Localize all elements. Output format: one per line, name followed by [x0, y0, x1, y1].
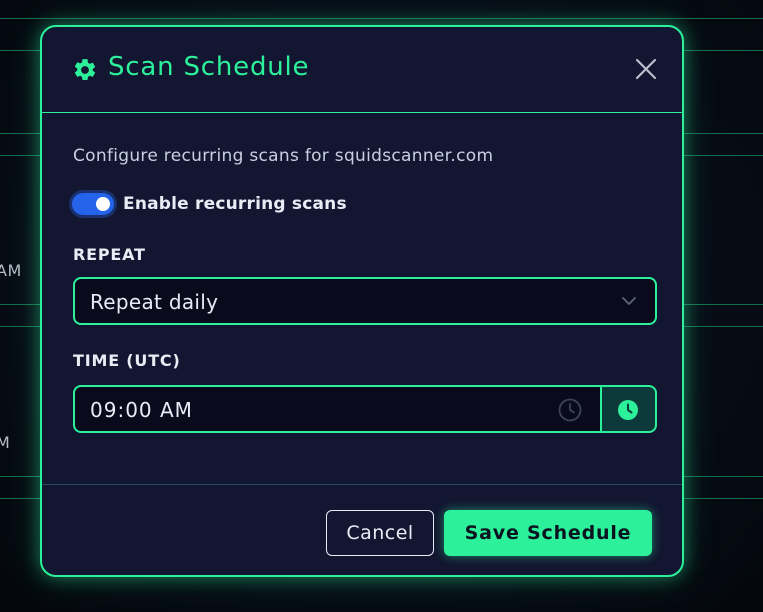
repeat-select[interactable]: Repeat daily: [73, 277, 657, 325]
bg-row-time: M: [0, 433, 11, 452]
cancel-button[interactable]: Cancel: [326, 510, 434, 556]
save-schedule-button[interactable]: Save Schedule: [444, 510, 652, 556]
repeat-select-value: Repeat daily: [90, 290, 219, 314]
time-input[interactable]: 09:00 AM: [73, 385, 601, 433]
recurring-scans-toggle[interactable]: [72, 193, 114, 215]
bg-divider: [0, 18, 763, 19]
close-icon[interactable]: [632, 55, 660, 83]
recurring-scans-label: Enable recurring scans: [123, 194, 347, 214]
bg-row-time: AM: [0, 261, 22, 280]
footer-divider: [42, 484, 682, 485]
dialog-title: Scan Schedule: [108, 52, 310, 82]
time-input-value: 09:00 AM: [90, 398, 193, 422]
clock-icon: [558, 398, 582, 422]
gear-icon: [74, 59, 96, 80]
scan-schedule-dialog: Scan Schedule Configure recurring scans …: [40, 25, 684, 577]
toggle-knob: [96, 197, 110, 211]
dialog-description: Configure recurring scans for squidscann…: [73, 146, 494, 166]
time-label: TIME (UTC): [73, 351, 181, 370]
chevron-down-icon: [622, 297, 636, 305]
dialog-header: Scan Schedule: [42, 27, 682, 113]
repeat-label: REPEAT: [73, 245, 146, 264]
clock-icon: [618, 400, 638, 420]
time-picker-button[interactable]: [600, 385, 657, 433]
